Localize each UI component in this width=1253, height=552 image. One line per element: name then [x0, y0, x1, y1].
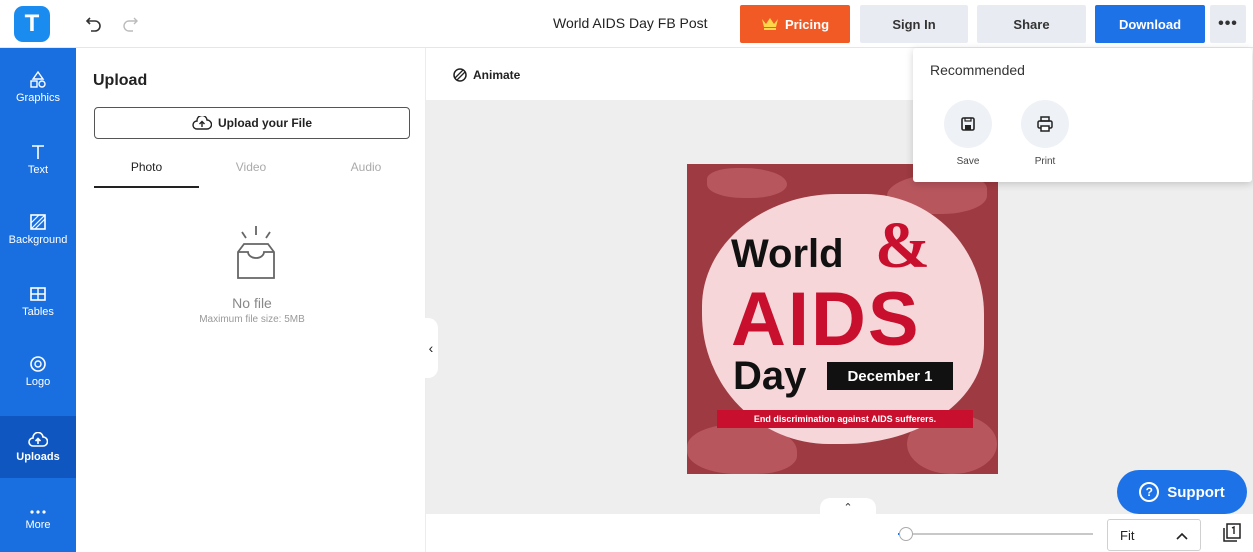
poster-title-world[interactable]: World — [731, 232, 844, 277]
app-logo[interactable]: T — [14, 6, 50, 42]
tab-photo[interactable]: Photo — [94, 160, 199, 188]
sidebar-item-graphics[interactable]: Graphics — [0, 56, 76, 118]
sidebar-item-background[interactable]: Background — [0, 198, 76, 260]
poster-title-day[interactable]: Day — [733, 354, 806, 399]
animate-icon — [453, 68, 467, 82]
zoom-select[interactable]: Fit — [1107, 519, 1201, 551]
tab-video[interactable]: Video — [206, 160, 296, 174]
empty-state-title: No file — [232, 295, 272, 311]
design-canvas[interactable]: World & AIDS Day December 1 End discrimi… — [687, 164, 998, 474]
sidebar-item-label: More — [25, 518, 51, 531]
redo-icon[interactable] — [118, 12, 142, 36]
sidebar-item-label: Tables — [22, 305, 54, 318]
background-icon — [30, 213, 46, 230]
chevron-up-icon — [1176, 528, 1188, 543]
text-icon — [32, 144, 44, 159]
document-title[interactable]: World AIDS Day FB Post — [553, 15, 708, 31]
pricing-label: Pricing — [784, 16, 830, 32]
cloud-upload-icon — [28, 431, 48, 447]
sidebar-item-text[interactable]: Text — [0, 128, 76, 190]
editor-app: T World AIDS Day FB Post Pricing Sign In… — [0, 0, 1253, 552]
map-shape — [707, 168, 787, 198]
sidebar-item-logo[interactable]: Logo — [0, 340, 76, 402]
cloud-upload-icon — [192, 116, 212, 130]
sidebar-item-label: Background — [8, 233, 68, 246]
sidebar-item-more[interactable]: More — [0, 488, 76, 550]
poster-date[interactable]: December 1 — [827, 362, 953, 390]
crown-icon — [761, 16, 779, 33]
zoom-slider-track[interactable] — [898, 533, 1093, 535]
poster-title-aids[interactable]: AIDS — [731, 276, 921, 363]
zoom-value: Fit — [1120, 527, 1135, 543]
undo-icon[interactable] — [82, 12, 106, 36]
save-option[interactable]: Save — [943, 100, 993, 167]
top-bar: T World AIDS Day FB Post Pricing Sign In… — [0, 0, 1253, 48]
left-sidebar: Graphics Text Background Tables Logo Upl… — [0, 48, 76, 552]
more-icon — [30, 509, 46, 514]
collapse-panel-handle[interactable]: ‹ — [424, 318, 438, 378]
chevron-left-icon: ‹ — [428, 340, 434, 356]
sidebar-item-label: Text — [27, 163, 49, 176]
print-option[interactable]: Print — [1020, 100, 1070, 167]
pages-icon[interactable] — [1222, 523, 1242, 548]
print-icon — [1021, 100, 1069, 148]
sidebar-item-label: Graphics — [15, 91, 61, 104]
download-button[interactable]: Download — [1095, 5, 1205, 43]
empty-state-hint: Maximum file size: 5MB — [199, 314, 305, 325]
sidebar-item-uploads[interactable]: Uploads — [0, 416, 76, 478]
dropdown-title: Recommended — [930, 62, 1025, 78]
pricing-button[interactable]: Pricing — [740, 5, 850, 43]
chevron-up-icon: ⌃ — [843, 501, 853, 514]
animate-button[interactable]: Animate — [452, 67, 520, 83]
animate-label: Animate — [473, 68, 521, 82]
empty-inbox-icon — [226, 222, 286, 289]
sidebar-item-tables[interactable]: Tables — [0, 270, 76, 332]
upload-panel: Upload Upload your File Photo Video Audi… — [76, 48, 426, 552]
poster-ribbon[interactable]: End discrimination against AIDS sufferer… — [717, 410, 973, 428]
download-dropdown: Recommended Save Print — [913, 48, 1252, 182]
more-options-button[interactable]: ••• — [1210, 5, 1246, 43]
graphics-icon — [30, 70, 46, 88]
expand-pages-handle[interactable]: ⌃ — [820, 498, 876, 516]
upload-file-button[interactable]: Upload your File — [94, 107, 410, 139]
zoom-slider-thumb[interactable] — [899, 527, 913, 541]
share-button[interactable]: Share — [977, 5, 1086, 43]
tables-icon — [30, 286, 46, 301]
support-label: Support — [1167, 483, 1225, 501]
support-button[interactable]: ? Support — [1117, 470, 1247, 514]
sidebar-item-label: Uploads — [16, 450, 60, 463]
tab-audio[interactable]: Audio — [321, 160, 411, 174]
help-icon: ? — [1139, 482, 1160, 502]
upload-file-label: Upload your File — [217, 116, 312, 130]
print-label: Print — [1034, 156, 1056, 167]
panel-title: Upload — [93, 72, 148, 89]
sign-in-button[interactable]: Sign In — [860, 5, 968, 43]
logo-icon — [30, 355, 46, 372]
save-label: Save — [956, 156, 980, 167]
poster-ampersand[interactable]: & — [875, 208, 930, 284]
save-icon — [944, 100, 992, 148]
sidebar-item-label: Logo — [25, 375, 51, 388]
